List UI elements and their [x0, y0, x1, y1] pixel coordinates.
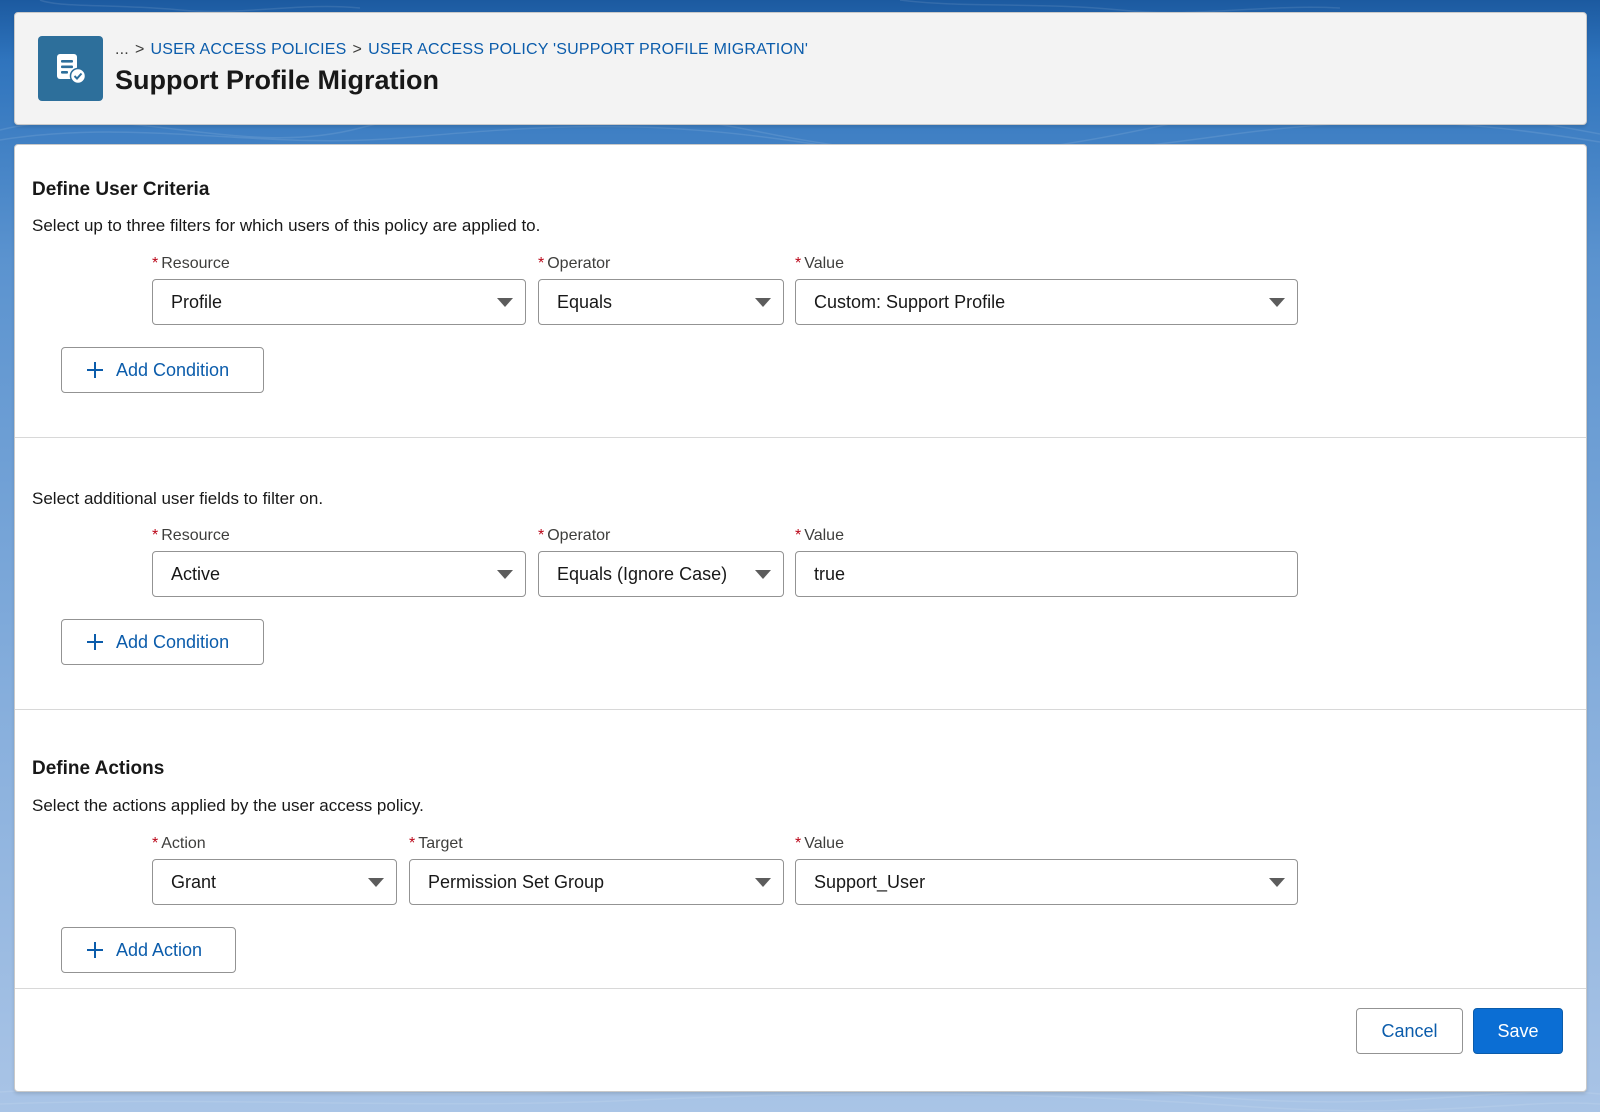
resource-selected-value: Profile	[171, 291, 223, 312]
value-label: * Value	[795, 835, 844, 852]
resource-combobox[interactable]: Profile	[152, 279, 526, 325]
caret-down-icon	[1269, 298, 1285, 307]
action-combobox[interactable]: Grant	[152, 859, 397, 905]
operator-label: * Operator	[538, 527, 611, 544]
page-header: ... > USER ACCESS POLICIES > USER ACCESS POL…	[14, 12, 1587, 125]
resource-label: * Resource	[152, 255, 230, 272]
value-label: * Value	[795, 255, 844, 272]
plus-icon	[87, 634, 103, 650]
required-marker: *	[795, 527, 802, 544]
add-condition-button[interactable]: Add Condition	[61, 347, 264, 393]
save-label: Save	[1497, 1020, 1539, 1041]
add-condition-label: Add Condition	[116, 631, 230, 652]
add-action-button[interactable]: Add Action	[61, 927, 236, 973]
caret-down-icon	[368, 878, 384, 887]
page-title: Support Profile Migration	[115, 65, 439, 95]
required-marker: *	[538, 527, 545, 544]
value-selected-value: Custom: Support Profile	[814, 291, 1006, 312]
plus-icon	[87, 362, 103, 378]
resource-label: * Resource	[152, 527, 230, 544]
breadcrumb-overflow[interactable]: ...	[115, 41, 129, 58]
footer-divider	[15, 988, 1586, 989]
resource-combobox[interactable]: Active	[152, 551, 526, 597]
cancel-label: Cancel	[1381, 1020, 1438, 1041]
add-condition-label: Add Condition	[116, 359, 230, 380]
actions-help: Select the actions applied by the user a…	[32, 796, 424, 815]
target-combobox[interactable]: Permission Set Group	[409, 859, 784, 905]
operator-selected-value: Equals (Ignore Case)	[557, 563, 728, 584]
required-marker: *	[409, 835, 416, 852]
breadcrumb: ... > USER ACCESS POLICIES > USER ACCESS POL…	[115, 41, 808, 59]
caret-down-icon	[755, 570, 771, 579]
caret-down-icon	[755, 878, 771, 887]
value-combobox[interactable]: Support_User	[795, 859, 1298, 905]
cancel-button[interactable]: Cancel	[1356, 1008, 1463, 1054]
section-divider	[15, 709, 1586, 710]
section-divider	[15, 437, 1586, 438]
required-marker: *	[795, 255, 802, 272]
required-marker: *	[538, 255, 545, 272]
operator-combobox[interactable]: Equals (Ignore Case)	[538, 551, 784, 597]
policy-form: Define User Criteria Select up to three …	[14, 144, 1587, 1092]
resource-selected-value: Active	[171, 563, 221, 584]
user-criteria-help: Select up to three filters for which use…	[32, 216, 541, 235]
operator-label: * Operator	[538, 255, 611, 272]
required-marker: *	[152, 255, 159, 272]
value-selected-value: Support_User	[814, 871, 926, 892]
breadcrumb-user-access-policies[interactable]: USER ACCESS POLICIES	[150, 41, 346, 58]
policy-record-icon	[38, 36, 103, 101]
actions-title: Define Actions	[32, 758, 165, 779]
add-condition-button[interactable]: Add Condition	[61, 619, 264, 665]
required-marker: *	[152, 835, 159, 852]
caret-down-icon	[755, 298, 771, 307]
operator-selected-value: Equals	[557, 291, 613, 312]
value-input[interactable]	[795, 551, 1298, 597]
caret-down-icon	[1269, 878, 1285, 887]
action-label: * Action	[152, 835, 206, 852]
caret-down-icon	[497, 298, 513, 307]
target-label: * Target	[409, 835, 463, 852]
plus-icon	[87, 942, 103, 958]
required-marker: *	[795, 835, 802, 852]
breadcrumb-separator: >	[134, 41, 145, 58]
required-marker: *	[152, 527, 159, 544]
add-action-label: Add Action	[116, 939, 203, 960]
breadcrumb-separator: >	[352, 41, 363, 58]
breadcrumb-current-policy[interactable]: USER ACCESS POLICY 'SUPPORT PROFILE MIGR…	[368, 41, 808, 58]
caret-down-icon	[497, 570, 513, 579]
value-label: * Value	[795, 527, 844, 544]
additional-fields-help: Select additional user fields to filter …	[32, 489, 324, 508]
user-criteria-title: Define User Criteria	[32, 179, 210, 200]
target-selected-value: Permission Set Group	[428, 871, 605, 892]
operator-combobox[interactable]: Equals	[538, 279, 784, 325]
save-button[interactable]: Save	[1473, 1008, 1563, 1054]
action-selected-value: Grant	[171, 871, 217, 892]
value-combobox[interactable]: Custom: Support Profile	[795, 279, 1298, 325]
